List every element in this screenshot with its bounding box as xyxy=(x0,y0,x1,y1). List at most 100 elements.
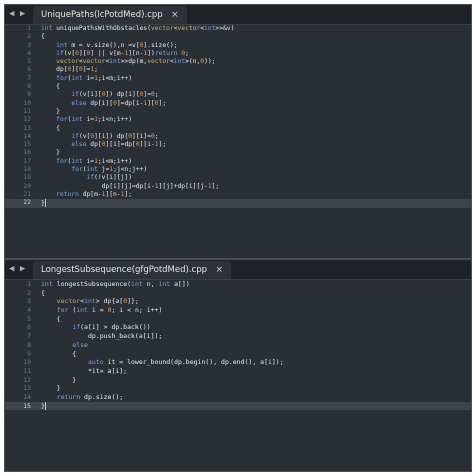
code-line[interactable]: 4 if(v[0][0] || v[m-1][n-1])return 0; xyxy=(5,50,471,58)
code-line[interactable]: 19 if(!v[i][j]) xyxy=(5,174,471,182)
code-line[interactable]: 11 *it= a[i]; xyxy=(5,367,471,376)
code-line[interactable]: 18 for(int j=1;j<n;j++) xyxy=(5,166,471,174)
code-text[interactable]: for (int i = 0; i < n; i++) xyxy=(41,306,163,315)
code-text[interactable]: } xyxy=(41,108,60,116)
code-line[interactable]: 7 dp.push_back(a[i]); xyxy=(5,332,471,341)
code-line[interactable]: 8 else xyxy=(5,341,471,350)
code-text[interactable]: { xyxy=(41,315,61,324)
code-line[interactable]: 10 else dp[i][0]=dp[i-1][0]; xyxy=(5,100,471,108)
code-line[interactable]: 2{ xyxy=(5,289,471,298)
code-line[interactable]: 20 dp[i][j]=dp[i-1][j]+dp[i][j-1]; xyxy=(5,183,471,191)
code-text[interactable]: dp[0][0]=1; xyxy=(41,66,98,74)
code-line[interactable]: 3 vector<int> dp{a[0]}; xyxy=(5,297,471,306)
code-line[interactable]: 10 auto it = lower_bound(dp.begin(), dp.… xyxy=(5,358,471,367)
code-text[interactable]: int m = v.size(),n =v[0].size(); xyxy=(41,42,177,50)
code-text[interactable]: return dp[m-1][n-1]; xyxy=(41,191,132,199)
code-line[interactable]: 13 } xyxy=(5,384,471,393)
code-line[interactable]: 5 vector<vector<int>>dp(m,vector<int>(n,… xyxy=(5,58,471,66)
code-text[interactable]: auto it = lower_bound(dp.begin(), dp.end… xyxy=(41,358,284,367)
tab-unique-paths[interactable]: UniquePaths(lcPotdMed).cpp × xyxy=(33,6,187,24)
line-number: 19 xyxy=(23,174,31,182)
code-line[interactable]: 7 for(int i=1;i<m;i++) xyxy=(5,75,471,83)
code-editor[interactable]: 1 int uniquePathsWithObstacles(vector<vec… xyxy=(5,25,471,258)
code-line[interactable]: 13 { xyxy=(5,125,471,133)
code-text[interactable]: { xyxy=(41,350,76,359)
line-number: 12 xyxy=(23,116,31,124)
code-text[interactable]: if(!v[i][j]) xyxy=(41,174,133,182)
line-number: 15 xyxy=(23,401,31,410)
code-line[interactable]: 12 } xyxy=(5,376,471,385)
code-line[interactable]: 16 } xyxy=(5,149,471,157)
line-number: 16 xyxy=(23,149,31,157)
code-text[interactable]: vector<vector<int>>dp(m,vector<int>(n,0)… xyxy=(41,58,215,66)
line-number: 14 xyxy=(23,132,31,140)
code-line[interactable]: 15} xyxy=(5,401,471,411)
code-line[interactable]: 21 return dp[m-1][n-1]; xyxy=(5,191,471,199)
code-text[interactable]: if(v[0][0] || v[m-1][n-1])return 0; xyxy=(41,50,189,58)
code-text[interactable]: for(int i=1;i<m;i++) xyxy=(41,158,132,166)
code-line[interactable]: 9 if(v[i][0]) dp[i][0]=0; xyxy=(5,91,471,99)
code-line[interactable]: 1 int uniquePathsWithObstacles(vector<vec… xyxy=(5,25,471,33)
code-line[interactable]: 5 { xyxy=(5,315,471,324)
code-text[interactable]: { xyxy=(41,125,60,133)
code-text[interactable]: else dp[0][i]=dp[0][i-1]; xyxy=(41,141,166,149)
code-text[interactable]: dp[i][j]=dp[i-1][j]+dp[i][j-1]; xyxy=(41,183,220,191)
code-line[interactable]: 12 for(int i=1;i<n;i++) xyxy=(5,116,471,124)
line-number: 9 xyxy=(27,91,31,99)
tab-longest-subsequence[interactable]: LongestSubsequence(gfgPotdMed).cpp × xyxy=(33,261,231,279)
code-line[interactable]: 14 return dp.size(); xyxy=(5,393,471,402)
code-text[interactable]: return dp.size(); xyxy=(41,393,124,402)
code-text[interactable]: if(v[0][i]) dp[0][i]=0; xyxy=(41,133,158,141)
code-line[interactable]: 2{ xyxy=(5,33,471,41)
code-text[interactable]: for(int j=1;j<n;j++) xyxy=(41,166,147,174)
code-text[interactable]: { xyxy=(41,289,45,298)
code-text[interactable]: int longestSubsequence(int n, int a[]) xyxy=(41,280,190,289)
code-text[interactable]: *it= a[i]; xyxy=(41,367,127,376)
tab-label: LongestSubsequence(gfgPotdMed).cpp xyxy=(41,265,207,275)
code-line[interactable]: 9 { xyxy=(5,350,471,359)
code-line[interactable]: 6 dp[0][0]=1; xyxy=(5,66,471,74)
line-number: 10 xyxy=(23,99,31,107)
line-number: 2 xyxy=(27,288,31,297)
editor-window-longest-subsequence: ◀ ▶ LongestSubsequence(gfgPotdMed).cpp ×… xyxy=(4,259,472,472)
code-text[interactable]: else xyxy=(41,341,88,350)
code-text[interactable]: } xyxy=(41,199,46,208)
code-line[interactable]: 17 for(int i=1;i<m;i++) xyxy=(5,158,471,166)
line-number: 14 xyxy=(23,392,31,401)
line-number: 21 xyxy=(23,190,31,198)
code-text[interactable]: } xyxy=(41,149,60,157)
code-text[interactable]: dp.push_back(a[i]); xyxy=(41,332,162,341)
editor-window-unique-paths: ◀ ▶ UniquePaths(lcPotdMed).cpp × 1 int un… xyxy=(4,4,472,259)
code-text[interactable]: if(v[i][0]) dp[i][0]=0; xyxy=(41,91,158,99)
code-line[interactable]: 6 if(a[i] > dp.back()) xyxy=(5,323,471,332)
line-number: 1 xyxy=(27,25,31,32)
code-line[interactable]: 3 int m = v.size(),n =v[0].size(); xyxy=(5,42,471,50)
code-line[interactable]: 4 for (int i = 0; i < n; i++) xyxy=(5,306,471,315)
code-line[interactable]: 22} xyxy=(5,199,471,208)
code-text[interactable]: } xyxy=(41,376,76,385)
code-line[interactable]: 11 } xyxy=(5,108,471,116)
code-text[interactable]: int uniquePathsWithObstacles(vector<vect… xyxy=(41,25,234,33)
line-number: 18 xyxy=(23,166,31,174)
code-text[interactable]: } xyxy=(41,384,61,393)
line-number: 2 xyxy=(27,33,31,41)
code-text[interactable]: else dp[i][0]=dp[i-1][0]; xyxy=(41,100,166,108)
code-text[interactable]: } xyxy=(41,401,46,411)
close-icon[interactable]: × xyxy=(171,6,179,24)
code-editor[interactable]: 1 int longestSubsequence(int n, int a[]) 2… xyxy=(5,280,471,471)
code-text[interactable]: for(int i=1;i<n;i++) xyxy=(41,116,132,124)
code-line[interactable]: 14 if(v[0][i]) dp[0][i]=0; xyxy=(5,133,471,141)
code-text[interactable]: if(a[i] > dp.back()) xyxy=(41,323,150,332)
code-text[interactable]: vector<int> dp{a[0]}; xyxy=(41,297,139,306)
line-number: 15 xyxy=(23,141,31,149)
code-text[interactable]: { xyxy=(41,33,45,41)
code-text[interactable]: { xyxy=(41,83,60,91)
line-number: 5 xyxy=(27,58,31,66)
code-line[interactable]: 15 else dp[0][i]=dp[0][i-1]; xyxy=(5,141,471,149)
code-line[interactable]: 8 { xyxy=(5,83,471,91)
code-text[interactable]: for(int i=1;i<m;i++) xyxy=(41,75,132,83)
close-icon[interactable]: × xyxy=(215,261,223,279)
code-line[interactable]: 1 int longestSubsequence(int n, int a[]) xyxy=(5,280,471,289)
nav-arrows-icon[interactable]: ◀ ▶ xyxy=(9,8,29,21)
nav-arrows-icon[interactable]: ◀ ▶ xyxy=(9,263,29,276)
